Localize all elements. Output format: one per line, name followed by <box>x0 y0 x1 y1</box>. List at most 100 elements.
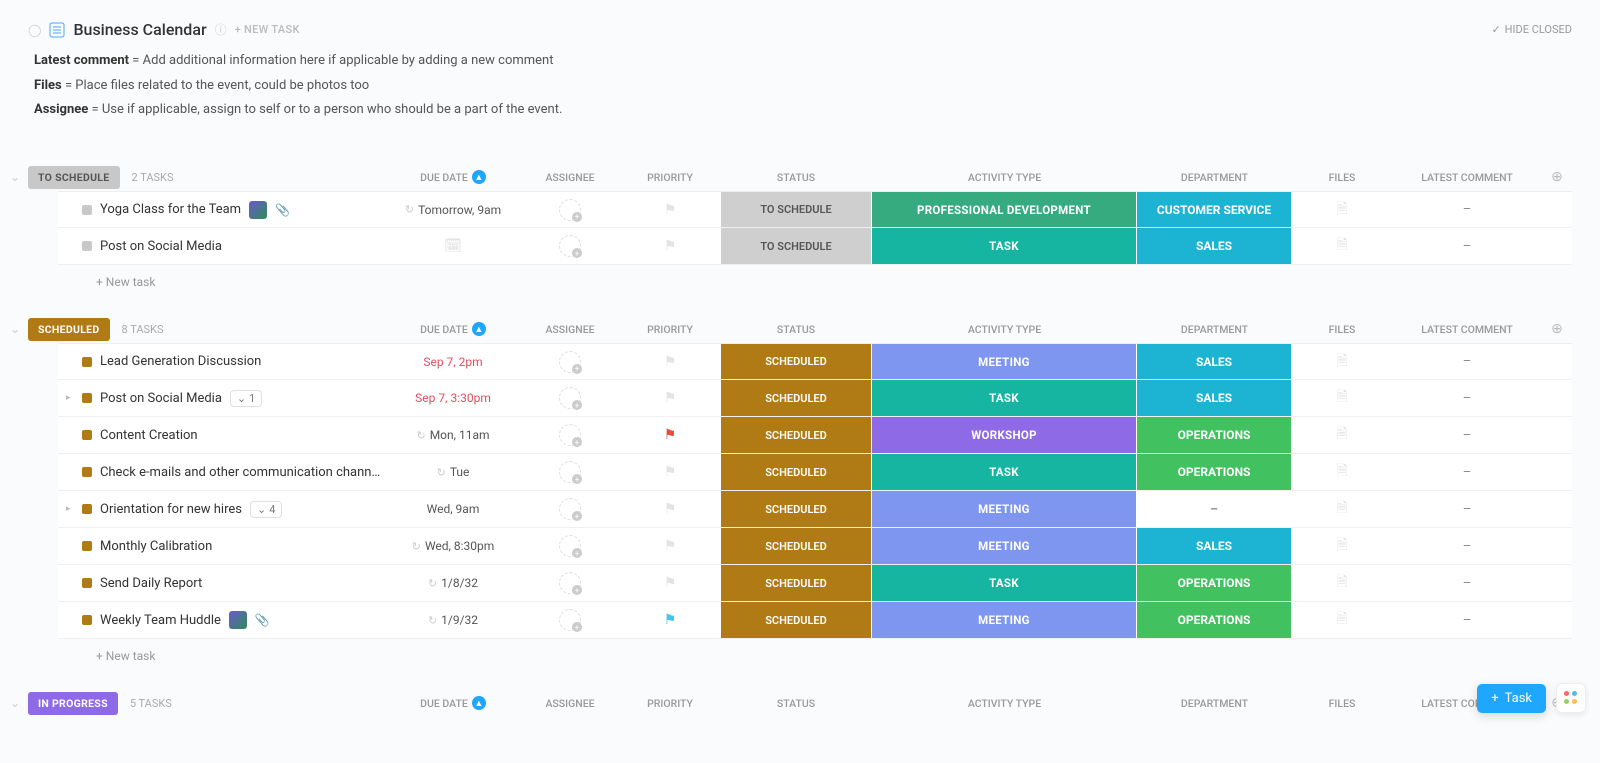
info-icon[interactable]: ⓘ <box>215 21 227 38</box>
group-status-pill[interactable]: IN PROGRESS <box>28 692 118 715</box>
task-name[interactable]: Send Daily Report <box>100 576 202 591</box>
group-header[interactable]: ⌄ SCHEDULED 8 TASKS DUE DATE ▲ ASSIGNEE … <box>28 315 1572 343</box>
cell-priority[interactable]: ⚑ <box>620 491 720 527</box>
status-square-icon[interactable] <box>82 615 92 625</box>
status-square-icon[interactable] <box>82 430 92 440</box>
task-row[interactable]: Check e-mails and other communication ch… <box>58 454 1572 491</box>
cell-priority[interactable]: ⚑ <box>620 192 720 227</box>
col-files[interactable]: FILES <box>1292 697 1392 710</box>
cell-activity-type[interactable]: PROFESSIONAL DEVELOPMENT <box>872 192 1137 227</box>
cell-assignee[interactable] <box>520 192 620 227</box>
cell-status[interactable]: SCHEDULED <box>720 380 872 416</box>
cell-latest-comment[interactable]: – <box>1392 565 1542 601</box>
cell-due-date[interactable]: ↻1/8/32 <box>386 565 520 601</box>
col-department[interactable]: DEPARTMENT <box>1137 171 1292 184</box>
status-square-icon[interactable] <box>82 393 92 403</box>
status-square-icon[interactable] <box>82 467 92 477</box>
status-square-icon[interactable] <box>82 205 92 215</box>
cell-activity-type[interactable]: TASK <box>872 454 1137 490</box>
task-row[interactable]: ▸ Post on Social Media ⌄1 Sep 7, 3:30pm … <box>58 380 1572 417</box>
cell-activity-type[interactable]: MEETING <box>872 491 1137 527</box>
cell-priority[interactable]: ⚑ <box>620 228 720 264</box>
cell-activity-type[interactable]: TASK <box>872 228 1137 264</box>
col-priority[interactable]: PRIORITY <box>620 171 720 184</box>
cell-files[interactable]: 🗎 <box>1292 192 1392 227</box>
add-column-button[interactable]: ⊕ <box>1542 321 1572 337</box>
chevron-down-icon[interactable]: ⌄ <box>10 696 20 710</box>
cell-department[interactable]: OPERATIONS <box>1137 454 1292 490</box>
col-priority[interactable]: PRIORITY <box>620 697 720 710</box>
col-activity-type[interactable]: ACTIVITY TYPE <box>872 171 1137 184</box>
cell-assignee[interactable] <box>520 344 620 379</box>
cell-due-date[interactable]: Wed, 9am <box>386 491 520 527</box>
cell-department[interactable]: – <box>1137 491 1292 527</box>
cell-due-date[interactable]: ↻1/9/32 <box>386 602 520 638</box>
status-square-icon[interactable] <box>82 241 92 251</box>
cell-department[interactable]: OPERATIONS <box>1137 565 1292 601</box>
status-square-icon[interactable] <box>82 578 92 588</box>
cell-due-date[interactable]: ↻Wed, 8:30pm <box>386 528 520 564</box>
cell-status[interactable]: SCHEDULED <box>720 344 872 379</box>
status-square-icon[interactable] <box>82 541 92 551</box>
col-activity-type[interactable]: ACTIVITY TYPE <box>872 323 1137 336</box>
cell-due-date[interactable]: ↻Tomorrow, 9am <box>386 192 520 227</box>
cell-latest-comment[interactable]: – <box>1392 491 1542 527</box>
new-task-button[interactable]: + NEW TASK <box>235 23 300 36</box>
cell-latest-comment[interactable]: – <box>1392 528 1542 564</box>
cell-due-date[interactable]: Sep 7, 2pm <box>386 344 520 379</box>
col-assignee[interactable]: ASSIGNEE <box>520 171 620 184</box>
expand-caret-icon[interactable]: ▸ <box>66 504 74 514</box>
task-name[interactable]: Post on Social Media <box>100 391 222 406</box>
col-department[interactable]: DEPARTMENT <box>1137 697 1292 710</box>
cell-status[interactable]: SCHEDULED <box>720 454 872 490</box>
cell-due-date[interactable]: ↻Mon, 11am <box>386 417 520 453</box>
cell-status[interactable]: TO SCHEDULE <box>720 192 872 227</box>
cell-due-date[interactable]: Sep 7, 3:30pm <box>386 380 520 416</box>
cell-due-date[interactable]: ↻Tue <box>386 454 520 490</box>
chevron-down-icon[interactable]: ⌄ <box>10 170 20 184</box>
cell-activity-type[interactable]: WORKSHOP <box>872 417 1137 453</box>
status-square-icon[interactable] <box>82 504 92 514</box>
task-name[interactable]: Weekly Team Huddle <box>100 613 221 628</box>
cell-due-date[interactable]: 🗓 <box>386 228 520 264</box>
task-name[interactable]: Post on Social Media <box>100 239 222 254</box>
cell-priority[interactable]: ⚑ <box>620 565 720 601</box>
col-status[interactable]: STATUS <box>720 323 872 336</box>
cell-files[interactable]: 🗎 <box>1292 417 1392 453</box>
cell-activity-type[interactable]: TASK <box>872 380 1137 416</box>
group-status-pill[interactable]: TO SCHEDULE <box>28 166 120 189</box>
cell-assignee[interactable] <box>520 602 620 638</box>
cell-latest-comment[interactable]: – <box>1392 344 1542 379</box>
apps-button[interactable] <box>1556 683 1586 713</box>
cell-assignee[interactable] <box>520 528 620 564</box>
cell-activity-type[interactable]: MEETING <box>872 602 1137 638</box>
cell-department[interactable]: OPERATIONS <box>1137 417 1292 453</box>
task-name[interactable]: Yoga Class for the Team <box>100 202 241 217</box>
group-header[interactable]: ⌄ TO SCHEDULE 2 TASKS DUE DATE ▲ ASSIGNE… <box>28 163 1572 191</box>
avatar[interactable] <box>249 201 267 219</box>
cell-assignee[interactable] <box>520 380 620 416</box>
col-status[interactable]: STATUS <box>720 171 872 184</box>
task-name[interactable]: Orientation for new hires <box>100 502 242 517</box>
task-name[interactable]: Lead Generation Discussion <box>100 354 261 369</box>
task-name[interactable]: Monthly Calibration <box>100 539 212 554</box>
cell-priority[interactable]: ⚑ <box>620 344 720 379</box>
cell-status[interactable]: SCHEDULED <box>720 565 872 601</box>
chevron-down-icon[interactable]: ⌄ <box>10 322 20 336</box>
cell-assignee[interactable] <box>520 417 620 453</box>
cell-department[interactable]: CUSTOMER SERVICE <box>1137 192 1292 227</box>
col-status[interactable]: STATUS <box>720 697 872 710</box>
cell-status[interactable]: SCHEDULED <box>720 491 872 527</box>
cell-assignee[interactable] <box>520 491 620 527</box>
col-latest-comment[interactable]: LATEST COMMENT <box>1392 323 1542 336</box>
task-row[interactable]: Weekly Team Huddle 📎 ↻1/9/32 ⚑ SCHEDULED… <box>58 602 1572 639</box>
cell-priority[interactable]: ⚑ <box>620 380 720 416</box>
new-task-row[interactable]: + New task <box>58 265 1572 289</box>
cell-latest-comment[interactable]: – <box>1392 454 1542 490</box>
cell-status[interactable]: SCHEDULED <box>720 528 872 564</box>
col-assignee[interactable]: ASSIGNEE <box>520 697 620 710</box>
cell-latest-comment[interactable]: – <box>1392 380 1542 416</box>
cell-files[interactable]: 🗎 <box>1292 602 1392 638</box>
col-latest-comment[interactable]: LATEST COMMENT <box>1392 171 1542 184</box>
cell-assignee[interactable] <box>520 565 620 601</box>
